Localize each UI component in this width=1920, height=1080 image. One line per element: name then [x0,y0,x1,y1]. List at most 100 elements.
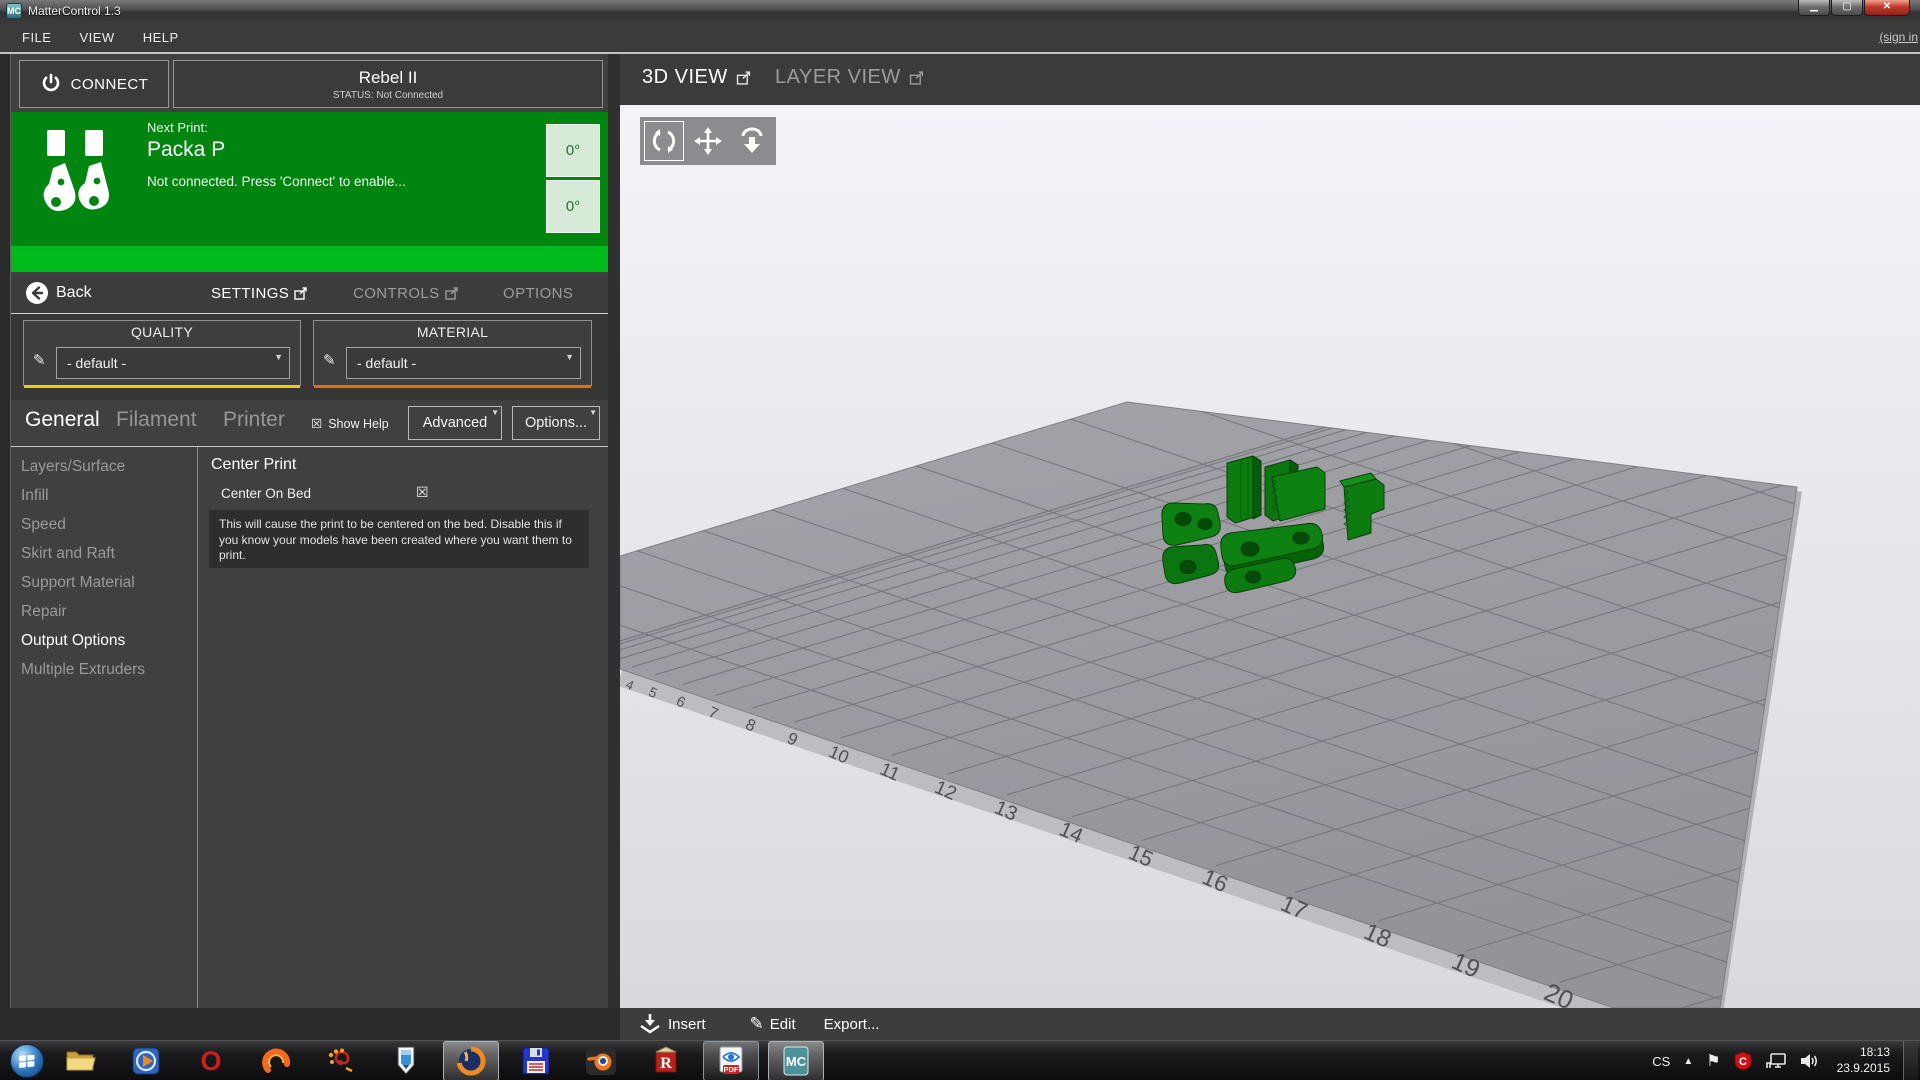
tab-3d-view[interactable]: 3D VIEW [642,66,752,89]
tab-printer[interactable]: Printer [223,408,285,432]
insert-button[interactable]: Insert [638,1013,706,1035]
external-link-icon [294,287,308,300]
connection-message: Not connected. Press 'Connect' to enable… [147,174,406,189]
language-indicator[interactable]: CS [1652,1054,1670,1069]
speaker-icon[interactable] [1800,1052,1820,1070]
tab-settings[interactable]: SETTINGS [211,285,308,302]
taskbar-opera-icon[interactable]: O [183,1041,239,1080]
setting-help-text: This will cause the print to be centered… [209,510,589,568]
edit-material-icon[interactable]: ✎ [323,351,336,369]
back-button[interactable]: Back [25,281,92,305]
power-icon [40,73,62,95]
export-button[interactable]: Export... [824,1016,880,1033]
rotate-tool-button[interactable] [642,119,686,163]
tray-expand-icon[interactable]: ▲ [1683,1056,1693,1067]
taskbar-orange-swirl-app-icon[interactable] [248,1041,304,1080]
antivirus-shield-icon[interactable]: C [1734,1051,1752,1071]
move-tool-button[interactable] [686,119,730,163]
edit-quality-icon[interactable]: ✎ [33,351,46,369]
settings-section-infill[interactable]: Infill [21,487,193,505]
options-button[interactable]: Options... ▼ [512,406,600,440]
tab-general[interactable]: General [25,408,100,432]
edit-button[interactable]: ✎ Edit [750,1014,796,1034]
settings-section-output-options[interactable]: Output Options [21,632,193,650]
printer-name: Rebel II [359,68,418,88]
taskbar-floppy-app-icon[interactable] [508,1041,564,1080]
advanced-button[interactable]: Advanced ▼ [408,406,502,440]
divider [197,447,198,1008]
3d-viewport[interactable]: 4567891011121314151617181920 [620,105,1920,1008]
sign-in-link[interactable]: (sign in [1879,30,1918,44]
next-print-name[interactable]: Packa P [147,138,225,162]
clock[interactable]: 18:13 23.9.2015 [1837,1045,1890,1076]
connect-button[interactable]: CONNECT [19,60,169,108]
checkbox-checked-icon: ☒ [311,416,322,431]
close-button[interactable]: ✕ [1864,0,1910,16]
settings-section-support-material[interactable]: Support Material [21,574,193,592]
view-tab-bar: 3D VIEW LAYER VIEW [620,54,1920,105]
external-link-icon [736,71,752,85]
title-bar[interactable]: MC MatterControl 1.3 ▁ ▢ ✕ [0,0,1920,23]
pencil-icon: ✎ [750,1014,764,1034]
taskbar-repetier-icon[interactable]: R [638,1041,694,1080]
material-dropdown[interactable]: - default - ▼ [346,347,581,379]
tray-time: 18:13 [1837,1045,1890,1061]
tab-controls[interactable]: CONTROLS [353,285,459,302]
tab-options[interactable]: OPTIONS [503,285,573,302]
printer-panel: CONNECT Rebel II STATUS: Not Connected [10,54,609,1008]
taskbar-pdf-viewer-icon[interactable]: PDF [703,1041,759,1080]
taskbar-explorer-icon[interactable] [53,1041,109,1080]
settings-section-speed[interactable]: Speed [21,516,193,534]
bed-temp-button[interactable]: 0° [546,180,600,233]
show-desktop-button[interactable] [1903,1041,1918,1080]
app-icon: MC [6,3,22,19]
tab-filament[interactable]: Filament [116,408,197,432]
insert-icon [638,1013,662,1035]
taskbar-blender-icon[interactable] [573,1041,629,1080]
panel-splitter[interactable] [608,54,620,1008]
scale-tool-button[interactable] [730,119,774,163]
minimize-button[interactable]: ▁ [1798,0,1830,16]
tray-date: 23.9.2015 [1837,1061,1890,1077]
svg-text:MC: MC [786,1054,807,1069]
settings-section-repair[interactable]: Repair [21,603,193,621]
settings-section-list: Layers/Surface Infill Speed Skirt and Raft S… [11,447,197,1008]
settings-section-multiple-extruders[interactable]: Multiple Extruders [21,661,193,679]
menu-help[interactable]: HELP [137,27,185,48]
taskbar-mattercontrol-icon[interactable]: MC [768,1041,824,1080]
menu-file[interactable]: FILE [16,27,57,48]
printer-selector[interactable]: Rebel II STATUS: Not Connected [173,60,603,108]
extruder-temp-button[interactable]: 0° [546,124,600,177]
start-button[interactable] [10,1044,44,1078]
panel-nav: Back SETTINGS CONTROLS OPTIONS [11,275,609,313]
show-help-checkbox[interactable]: ☒ Show Help [311,416,389,431]
maximize-button[interactable]: ▢ [1831,0,1863,16]
taskbar-chameleon-app-icon[interactable] [313,1041,369,1080]
quality-dropdown[interactable]: - default - ▼ [56,347,290,379]
taskbar-media-player-icon[interactable] [118,1041,174,1080]
quality-accent [24,385,300,388]
settings-tab-row: General Filament Printer ☒ Show Help Adv… [11,400,609,447]
network-icon[interactable] [1765,1052,1787,1070]
material-label: MATERIAL [314,324,591,340]
settings-section-layers-surface[interactable]: Layers/Surface [21,458,193,476]
action-center-flag-icon[interactable]: ⚑ [1706,1051,1720,1071]
chevron-down-icon: ▼ [589,408,597,417]
taskbar-firefox-icon[interactable] [443,1041,499,1080]
center-on-bed-checkbox[interactable]: ☒ [416,484,429,501]
material-preset-box: MATERIAL ✎ - default - ▼ [313,320,592,386]
part-thumbnail[interactable] [31,124,123,234]
print-progress-bar [11,246,609,272]
taskbar-badge-app-icon[interactable] [378,1041,434,1080]
window-title: MatterControl 1.3 [28,4,121,18]
menu-view[interactable]: VIEW [73,27,120,48]
next-print-panel: Next Print: Packa P Not connected. Press… [11,112,609,246]
tab-layer-view[interactable]: LAYER VIEW [775,66,925,89]
settings-section-skirt-and-raft[interactable]: Skirt and Raft [21,545,193,563]
windows-logo-icon [19,1055,35,1068]
svg-text:PDF: PDF [724,1065,739,1074]
external-link-icon [909,71,925,85]
setting-label: Center On Bed [221,486,311,501]
windows-taskbar: O [0,1040,1920,1080]
chevron-down-icon: ▼ [565,352,574,362]
